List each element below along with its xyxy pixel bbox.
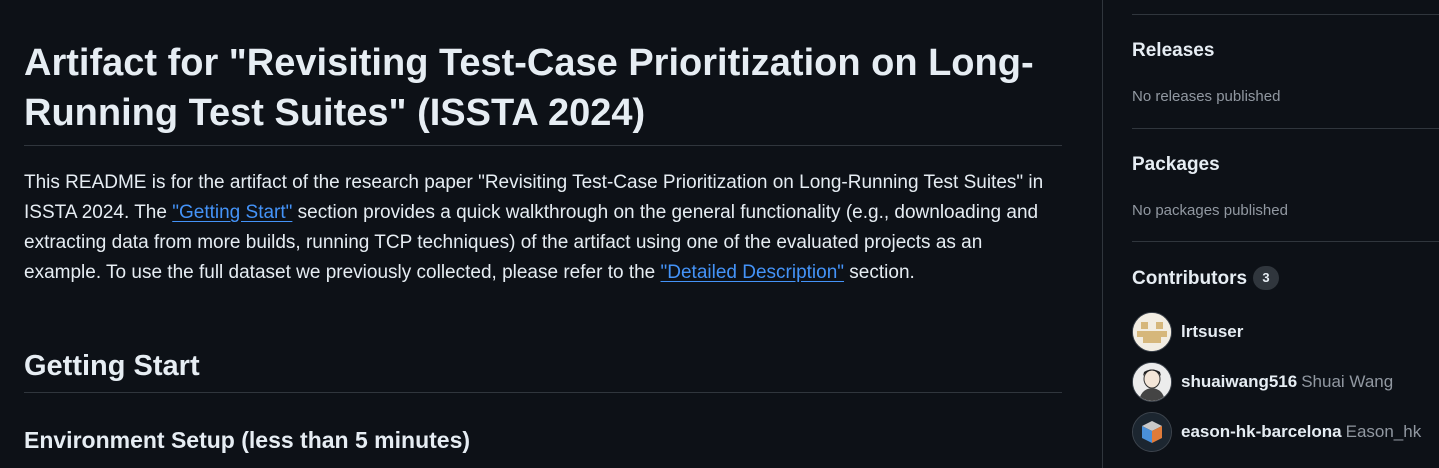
avatar[interactable] [1132,312,1172,352]
sidebar-separator [1132,128,1439,129]
contributors-title: Contributors [1132,268,1248,289]
releases-heading[interactable]: Releases [1132,39,1214,63]
contributors-heading[interactable]: Contributors 3 [1132,266,1280,291]
detailed-description-link[interactable]: "Detailed Description" [661,262,845,283]
contributor-login[interactable]: eason-hk-barcelona [1181,422,1342,442]
sidebar-separator [1132,241,1439,242]
contributor-item[interactable]: eason-hk-barcelona Eason_hk [1132,411,1421,453]
getting-start-divider [24,392,1062,393]
releases-empty-text: No releases published [1132,88,1281,105]
contributor-login[interactable]: shuaiwang516 [1181,372,1297,392]
readme-title: Artifact for "Revisiting Test-Case Prior… [24,42,1034,134]
environment-setup-heading: Environment Setup (less than 5 minutes) [24,427,471,453]
portrait-avatar-icon [1133,363,1171,401]
sidebar-divider [1102,0,1103,468]
cube-avatar-icon [1133,413,1171,451]
avatar[interactable] [1132,412,1172,452]
packages-empty-text: No packages published [1132,202,1288,219]
contributors-count-badge: 3 [1253,266,1280,290]
identicon-avatar-icon [1133,313,1171,351]
sidebar-separator [1132,14,1439,15]
avatar[interactable] [1132,362,1172,402]
contributor-item[interactable]: shuaiwang516 Shuai Wang [1132,361,1393,403]
title-divider [24,145,1062,146]
getting-start-heading: Getting Start [24,350,200,382]
contributor-login[interactable]: lrtsuser [1181,322,1243,342]
readme-intro-paragraph: This README is for the artifact of the r… [24,168,1062,288]
contributor-item[interactable]: lrtsuser [1132,311,1243,353]
repo-sidebar: Releases No releases published Packages … [1132,0,1439,468]
getting-start-link[interactable]: "Getting Start" [172,202,292,223]
packages-heading[interactable]: Packages [1132,153,1220,177]
contributor-name: Eason_hk [1345,422,1422,441]
intro-text-3: section. [844,262,915,283]
contributor-name: Shuai Wang [1301,372,1394,391]
